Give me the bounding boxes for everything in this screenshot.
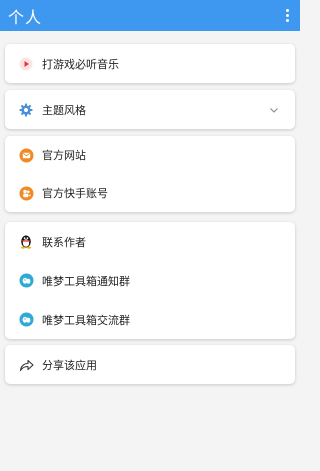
qq-group-icon: [18, 312, 34, 328]
card-theme: 主题风格: [5, 90, 295, 129]
music-label: 打游戏必听音乐: [42, 57, 119, 71]
play-icon: [18, 56, 34, 72]
website-label: 官方网站: [42, 149, 86, 162]
card-share: 分享该应用: [5, 345, 295, 384]
music-item[interactable]: 打游戏必听音乐: [5, 44, 295, 83]
app-bar: 个人: [0, 0, 300, 31]
notice-group-label: 唯梦工具箱通知群: [42, 274, 130, 288]
card-music: 打游戏必听音乐: [5, 44, 295, 83]
website-item[interactable]: 官方网站: [5, 136, 295, 174]
contact-item[interactable]: 联系作者: [5, 222, 295, 261]
card-official: 官方网站 官方快手账号: [5, 136, 295, 212]
mail-icon: [18, 147, 34, 163]
share-icon: [18, 357, 34, 373]
kuaishou-item[interactable]: 官方快手账号: [5, 174, 295, 212]
qq-group-icon: [18, 273, 34, 289]
chat-group-item[interactable]: 唯梦工具箱交流群: [5, 300, 295, 339]
chat-group-label: 唯梦工具箱交流群: [42, 313, 130, 327]
card-contact: 联系作者 唯梦工具箱通知群 唯梦工具箱交流群: [5, 222, 295, 339]
chevron-down-icon[interactable]: [269, 105, 279, 115]
theme-item[interactable]: 主题风格: [5, 90, 295, 129]
page-title: 个人: [8, 7, 43, 27]
notice-group-item[interactable]: 唯梦工具箱通知群: [5, 261, 295, 300]
kuaishou-icon: [18, 185, 34, 201]
qq-penguin-icon: [18, 234, 34, 250]
contact-label: 联系作者: [42, 235, 86, 249]
share-label: 分享该应用: [42, 358, 97, 372]
gear-icon: [18, 102, 34, 118]
theme-label: 主题风格: [42, 103, 86, 117]
share-item[interactable]: 分享该应用: [5, 345, 295, 384]
kuaishou-label: 官方快手账号: [42, 187, 108, 200]
more-menu-icon[interactable]: [280, 6, 294, 26]
